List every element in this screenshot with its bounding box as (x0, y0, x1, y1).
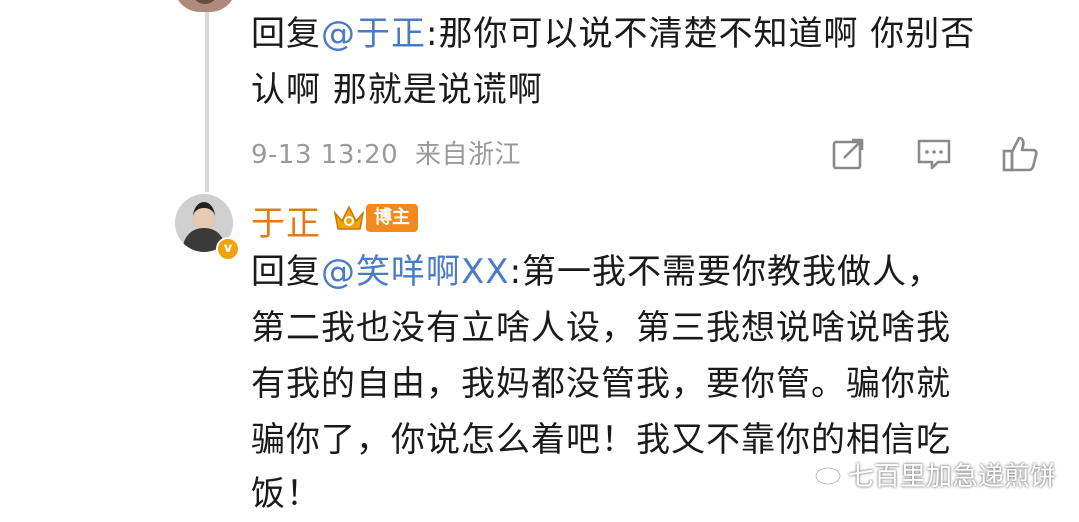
comment-meta: 9-13 13:20 来自浙江 (251, 134, 521, 171)
share-icon[interactable] (828, 134, 868, 174)
reply2-text-line-1: 回复@笑咩啊XX:第一我不需要你教我做人， (251, 244, 942, 300)
comment-icon[interactable] (914, 134, 954, 174)
reply-prefix: 回复 (251, 252, 321, 292)
mention-link[interactable]: @于正 (321, 14, 426, 54)
author-name[interactable]: 于正 (251, 196, 321, 245)
reply2-text-line-5: 饭！ (251, 474, 321, 514)
timestamp: 9-13 13:20 (251, 140, 399, 170)
verified-badge: v (216, 237, 240, 261)
location: 来自浙江 (414, 140, 521, 170)
reply-text-line-1: 回复@于正:那你可以说不清楚不知道啊 你别否 (251, 6, 975, 62)
avatar[interactable] (174, 0, 236, 12)
crown-icon (333, 205, 365, 230)
weibo-watermark-icon (815, 467, 841, 485)
thumbs-up-icon[interactable] (1000, 134, 1040, 174)
reply2-text-line-3: 有我的自由，我妈都没管我，要你管。骗你就 (251, 364, 951, 404)
mention-link[interactable]: @笑咩啊XX (321, 252, 510, 292)
reply2-text-line-2: 第二我也没有立啥人设，第三我想说啥说啥我 (251, 308, 951, 348)
reply-text-line-2: 认啊 那就是说谎啊 (251, 70, 543, 110)
thread-line (205, 0, 209, 192)
watermark-text: 七百里加急递煎饼 (848, 462, 1057, 492)
reply-prefix: 回复 (251, 14, 321, 54)
blogger-badge: 博主 (366, 204, 418, 232)
reply2-text-line-4: 骗你了，你说怎么着吧！我又不靠你的相信吃 (251, 420, 951, 460)
reply-content: :那你可以说不清楚不知道啊 你别否 (426, 14, 976, 54)
reply-content: :第一我不需要你教我做人， (509, 252, 943, 292)
